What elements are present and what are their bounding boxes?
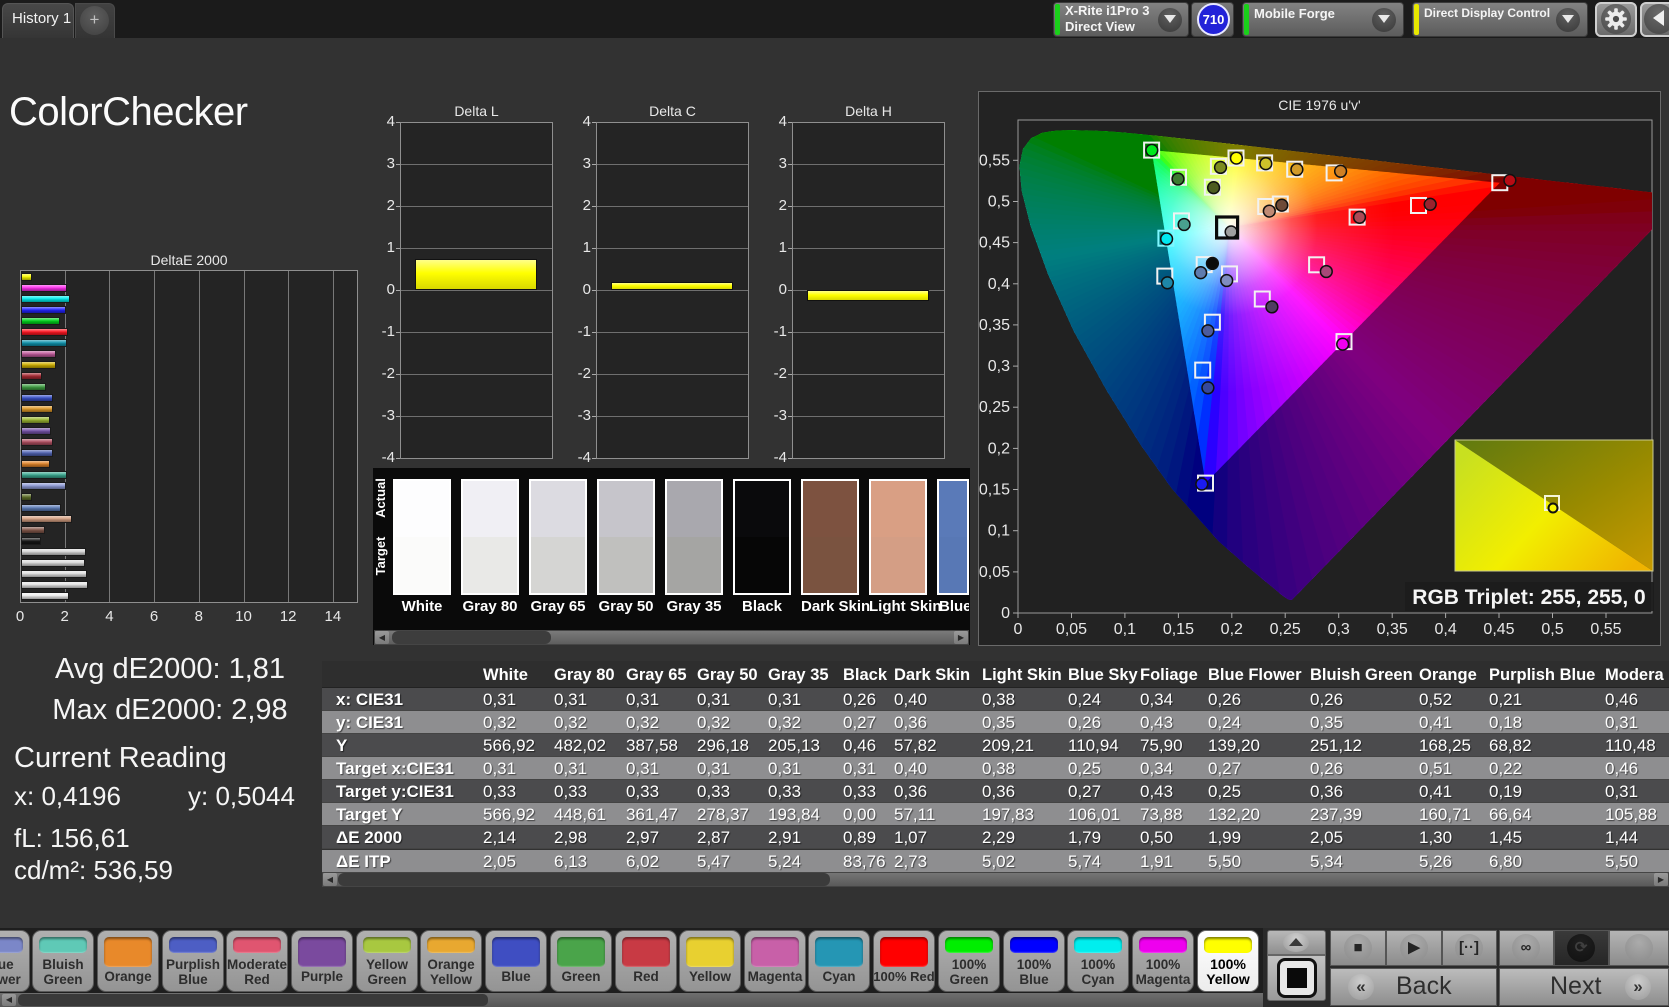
- svg-text:0,35: 0,35: [979, 317, 1010, 334]
- svg-text:0: 0: [1014, 621, 1023, 638]
- svg-text:0: 0: [1001, 605, 1010, 622]
- svg-text:RGB Triplet: 255, 255, 0: RGB Triplet: 255, 255, 0: [1412, 586, 1645, 609]
- svg-text:0,3: 0,3: [988, 358, 1010, 375]
- svg-text:0,05: 0,05: [1056, 621, 1087, 638]
- svg-text:0,5: 0,5: [1541, 621, 1563, 638]
- svg-text:0,3: 0,3: [1328, 621, 1350, 638]
- svg-text:0,5: 0,5: [988, 194, 1010, 211]
- svg-text:0,2: 0,2: [988, 440, 1010, 457]
- svg-text:0,1: 0,1: [988, 523, 1010, 540]
- svg-text:0,45: 0,45: [979, 235, 1010, 252]
- svg-text:0,55: 0,55: [979, 152, 1010, 169]
- svg-text:0,15: 0,15: [979, 482, 1010, 499]
- svg-text:0,55: 0,55: [1590, 621, 1621, 638]
- svg-text:0,25: 0,25: [979, 399, 1010, 416]
- svg-text:0,4: 0,4: [988, 276, 1010, 293]
- svg-text:0,2: 0,2: [1221, 621, 1243, 638]
- svg-text:0,45: 0,45: [1483, 621, 1514, 638]
- svg-text:0,15: 0,15: [1163, 621, 1194, 638]
- svg-text:0,4: 0,4: [1434, 621, 1456, 638]
- svg-text:0,05: 0,05: [979, 564, 1010, 581]
- svg-text:0,1: 0,1: [1114, 621, 1136, 638]
- svg-text:0,25: 0,25: [1270, 621, 1301, 638]
- svg-text:0,35: 0,35: [1377, 621, 1408, 638]
